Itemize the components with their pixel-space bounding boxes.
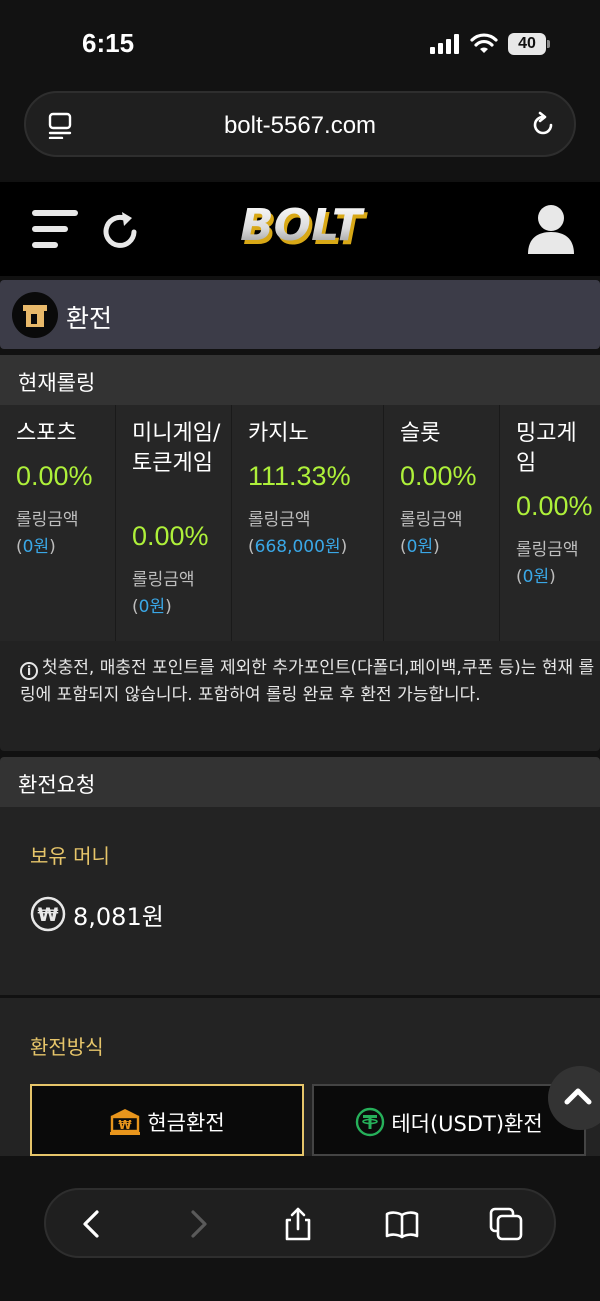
rolling-amount-value: 0원 (522, 567, 550, 587)
bookmarks-icon[interactable] (384, 1206, 420, 1242)
rolling-col-label: 롤링금액 (248, 510, 311, 530)
usdt-exchange-button[interactable]: 테더(USDT)환전 (312, 1084, 586, 1156)
rolling-col-label: 롤링금액 (132, 570, 195, 590)
cash-exchange-button[interactable]: ₩ 현금환전 (30, 1084, 304, 1156)
hamburger-menu-icon[interactable] (32, 210, 80, 250)
url-text[interactable]: bolt-5567.com (26, 112, 574, 140)
won-coin-icon: ₩ (30, 896, 66, 932)
rolling-col-minigame: 미니게임/토큰게임 0.00% 롤링금액 (0원) (116, 405, 232, 641)
rolling-amount-value: 0원 (22, 537, 50, 557)
rolling-col-percent: 0.00% (516, 491, 593, 521)
rolling-col-percent: 0.00% (132, 521, 209, 551)
battery-level: 40 (518, 35, 536, 52)
rolling-amount-value: 0원 (138, 597, 166, 617)
rolling-col-slot: 슬롯 0.00% 롤링금액 (0원) (384, 405, 500, 641)
bolt-logo[interactable]: BOLT BOLT (228, 200, 378, 258)
scroll-to-top-button[interactable] (548, 1066, 600, 1130)
battery-icon: 40 (508, 33, 550, 55)
rolling-col-amount: (0원) (132, 597, 172, 617)
rolling-col-mingo: 밍고게임 0.00% 롤링금액 (0원) (500, 405, 600, 641)
site-header: BOLT BOLT (0, 182, 600, 276)
wifi-icon (470, 33, 498, 53)
rolling-col-amount: (0원) (400, 537, 440, 557)
rolling-col-percent: 111.33% (248, 461, 351, 491)
request-title: 환전요청 (18, 773, 96, 797)
forward-icon[interactable] (180, 1206, 216, 1242)
rolling-notice-text: 첫충전, 매충전 포인트를 제외한 추가포인트(다폴더,페이백,쿠폰 등)는 현… (20, 658, 595, 705)
rolling-col-name: 슬롯 (400, 421, 441, 446)
rolling-title: 현재롤링 (18, 371, 96, 395)
chevron-up-icon (564, 1088, 592, 1105)
refresh-icon[interactable] (100, 210, 142, 252)
rolling-section: 현재롤링 스포츠 0.00% 롤링금액 (0원) 미니게임/토큰게임 0.00%… (0, 355, 600, 751)
back-icon[interactable] (74, 1206, 110, 1242)
status-time: 6:15 (82, 28, 135, 58)
page-title: 환전 (66, 304, 113, 333)
rolling-col-amount: (0원) (516, 567, 556, 587)
rolling-col-name: 미니게임/토큰게임 (132, 421, 221, 476)
rolling-col-label: 롤링금액 (400, 510, 463, 530)
svg-text:₩: ₩ (119, 1118, 133, 1132)
method-label: 환전방식 (30, 1035, 104, 1059)
rolling-col-label: 롤링금액 (16, 510, 79, 530)
browser-toolbar-pill (44, 1188, 556, 1258)
tether-icon (356, 1107, 385, 1137)
rolling-col-casino: 카지노 111.33% 롤링금액 (668,000원) (232, 405, 384, 641)
rolling-col-sports: 스포츠 0.00% 롤링금액 (0원) (0, 405, 116, 641)
rolling-col-label: 롤링금액 (516, 540, 579, 560)
reload-icon[interactable] (529, 111, 557, 139)
request-header: 환전요청 (0, 757, 600, 807)
rolling-amount-value: 668,000원 (254, 537, 341, 557)
browser-address-area: bolt-5567.com (0, 80, 600, 180)
logo-text: BOLT (240, 200, 365, 251)
bank-icon: ₩ (110, 1109, 141, 1135)
svg-text:₩: ₩ (38, 904, 59, 926)
rolling-col-name: 카지노 (248, 421, 309, 446)
usdt-exchange-label: 테더(USDT)환전 (391, 1112, 543, 1136)
rolling-amount-value: 0원 (406, 537, 434, 557)
cash-exchange-label: 현금환전 (147, 1111, 225, 1135)
page-title-bar: 환전 (0, 280, 600, 349)
holdings-panel: 보유 머니 ₩ 8,081원 (0, 807, 600, 997)
rolling-col-percent: 0.00% (400, 461, 477, 491)
info-icon: i (20, 662, 38, 680)
share-icon[interactable] (280, 1206, 316, 1242)
cellular-signal-icon (430, 34, 459, 54)
rolling-col-amount: (0원) (16, 537, 56, 557)
holdings-value: 8,081원 (73, 903, 164, 931)
browser-toolbar (0, 1156, 600, 1301)
holdings-label: 보유 머니 (30, 844, 110, 868)
exchange-icon (12, 292, 58, 338)
rolling-col-name: 스포츠 (16, 421, 77, 446)
status-bar: 6:15 40 (0, 0, 600, 80)
rolling-col-name: 밍고게임 (516, 421, 577, 476)
rolling-header: 현재롤링 (0, 355, 600, 405)
user-profile-icon[interactable] (526, 204, 576, 256)
rolling-grid: 스포츠 0.00% 롤링금액 (0원) 미니게임/토큰게임 0.00% 롤링금액… (0, 405, 600, 641)
rolling-notice: i 첫충전, 매충전 포인트를 제외한 추가포인트(다폴더,페이백,쿠폰 등)는 … (20, 655, 596, 709)
method-section: 환전방식 ₩ 현금환전 테더(USDT)환전 (0, 998, 600, 1156)
address-bar[interactable]: bolt-5567.com (24, 91, 576, 157)
rolling-col-amount: (668,000원) (248, 537, 348, 557)
tabs-icon[interactable] (488, 1206, 524, 1242)
rolling-col-percent: 0.00% (16, 461, 93, 491)
